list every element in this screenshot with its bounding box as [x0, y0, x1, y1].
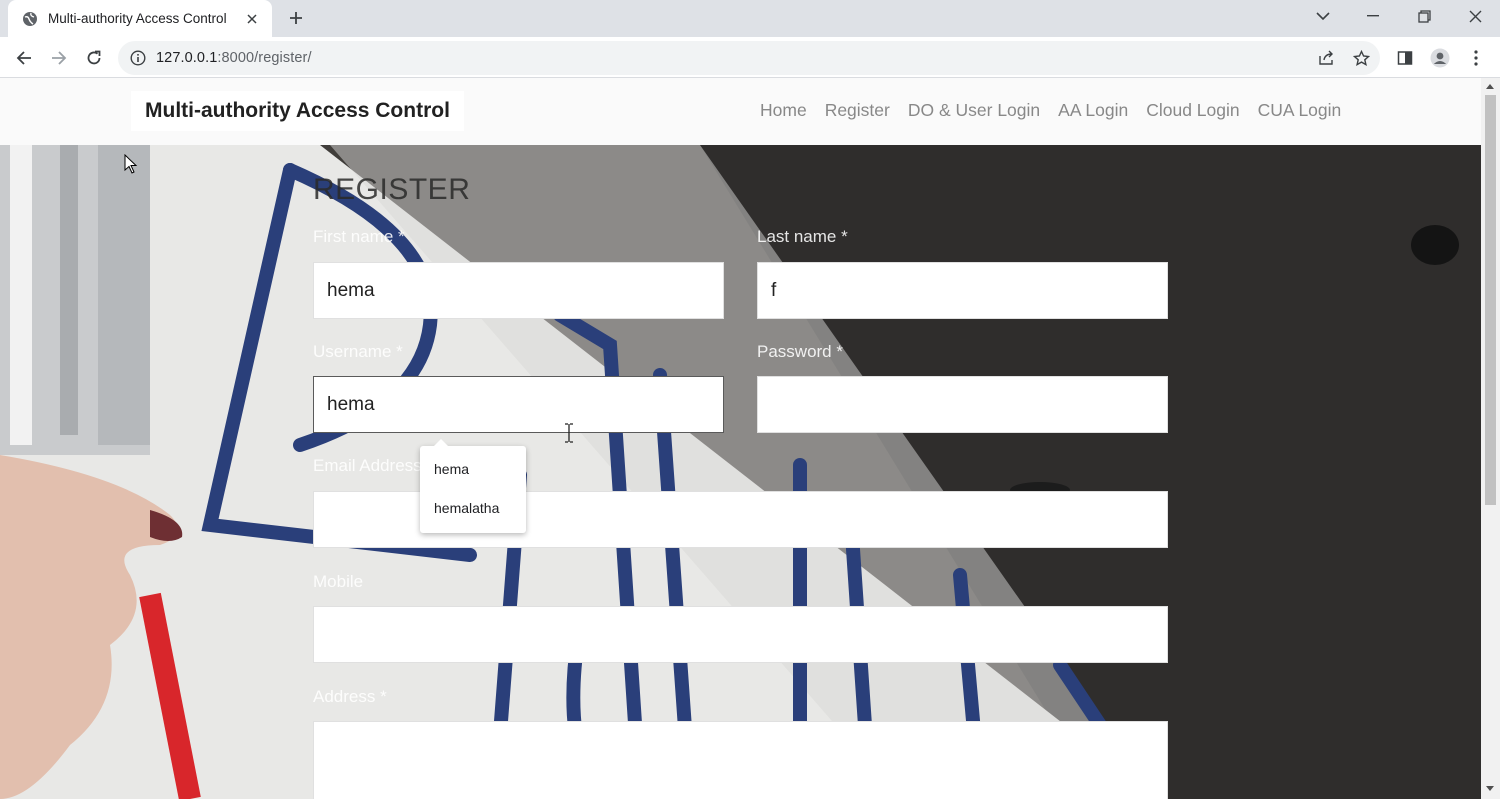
mouse-pointer-icon: [124, 154, 138, 174]
back-button[interactable]: [10, 44, 38, 72]
close-window-button[interactable]: [1460, 4, 1490, 28]
page-scrollbar[interactable]: [1481, 78, 1500, 799]
page-viewport: Multi-authority Access Control Home Regi…: [0, 78, 1500, 799]
text-cursor-icon: [565, 423, 573, 443]
nav-do-user-login[interactable]: DO & User Login: [908, 100, 1040, 121]
nav-cua-login[interactable]: CUA Login: [1258, 100, 1342, 121]
autocomplete-option[interactable]: hemalatha: [434, 500, 499, 516]
scroll-thumb[interactable]: [1485, 95, 1496, 505]
first-name-field[interactable]: hema: [313, 262, 724, 319]
url-host: 127.0.0.1: [156, 50, 218, 66]
address-bar[interactable]: 127.0.0.1:8000/register/: [118, 41, 1380, 75]
browser-toolbar: 127.0.0.1:8000/register/: [0, 37, 1500, 78]
nav-register[interactable]: Register: [825, 100, 890, 121]
browser-tab[interactable]: Multi-authority Access Control: [8, 0, 272, 37]
tab-search-icon[interactable]: [1308, 4, 1338, 28]
bookmark-star-icon[interactable]: [1349, 46, 1373, 70]
profile-avatar-icon[interactable]: [1426, 44, 1454, 72]
reload-button[interactable]: [80, 44, 108, 72]
tab-title: Multi-authority Access Control: [48, 11, 227, 26]
forward-button[interactable]: [45, 44, 73, 72]
nav-home[interactable]: Home: [760, 100, 807, 121]
share-icon[interactable]: [1314, 46, 1338, 70]
mobile-label: Mobile: [313, 572, 364, 591]
email-label: Email Address: [313, 456, 422, 475]
first-name-label: First name *: [313, 227, 405, 246]
url-path: :8000/register/: [217, 50, 312, 66]
nav-links: Home Register DO & User Login AA Login C…: [760, 100, 1341, 121]
hero-background: REGISTER First name * hema Last name * f…: [0, 145, 1481, 799]
side-panel-icon[interactable]: [1391, 44, 1419, 72]
restore-button[interactable]: [1409, 4, 1439, 28]
menu-kebab-icon[interactable]: [1462, 44, 1490, 72]
last-name-field[interactable]: f: [757, 262, 1168, 319]
scroll-down-icon[interactable]: [1486, 786, 1494, 791]
tab-strip: Multi-authority Access Control: [0, 0, 1500, 37]
dropdown-arrow: [433, 439, 449, 447]
nav-aa-login[interactable]: AA Login: [1058, 100, 1128, 121]
mobile-field[interactable]: [313, 606, 1168, 663]
minimize-button[interactable]: [1358, 4, 1388, 28]
site-brand[interactable]: Multi-authority Access Control: [131, 91, 464, 131]
password-label: Password *: [757, 342, 843, 361]
address-textarea[interactable]: [313, 721, 1168, 799]
username-label: Username *: [313, 342, 403, 361]
site-navbar: Multi-authority Access Control Home Regi…: [0, 78, 1481, 145]
autocomplete-option[interactable]: hema: [434, 461, 469, 477]
close-icon[interactable]: [242, 9, 262, 29]
info-icon[interactable]: [130, 50, 146, 66]
address-label: Address *: [313, 687, 387, 706]
globe-icon: [22, 11, 38, 27]
page-title: REGISTER: [313, 173, 471, 206]
last-name-label: Last name *: [757, 227, 848, 246]
url-text: 127.0.0.1:8000/register/: [156, 50, 312, 66]
password-field[interactable]: [757, 376, 1168, 433]
nav-cloud-login[interactable]: Cloud Login: [1146, 100, 1239, 121]
new-tab-button[interactable]: [284, 6, 308, 30]
background-photo: [0, 145, 1481, 799]
scroll-up-icon[interactable]: [1486, 84, 1494, 89]
username-field[interactable]: hema: [313, 376, 724, 433]
autocomplete-dropdown: hema hemalatha: [420, 439, 526, 533]
